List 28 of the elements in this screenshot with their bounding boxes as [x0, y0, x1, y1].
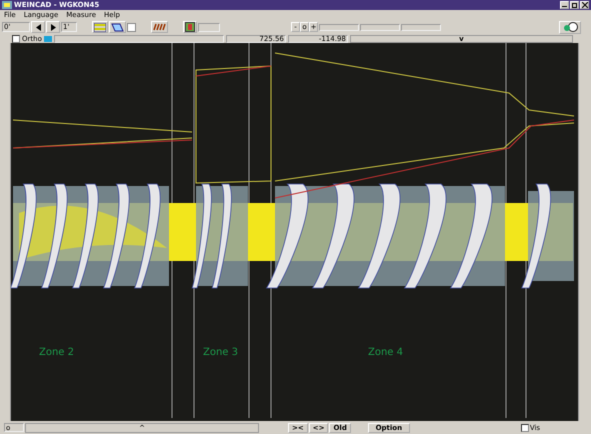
- ortho-checkbox[interactable]: [12, 34, 20, 42]
- screw-tool-button[interactable]: [151, 21, 168, 33]
- frame-icon: [185, 22, 195, 32]
- restore-icon: [572, 2, 578, 8]
- previous-button[interactable]: [31, 21, 45, 33]
- shape-tool-button[interactable]: [109, 21, 126, 33]
- close-icon: [582, 2, 588, 8]
- zone-label: Zone 3: [203, 347, 238, 358]
- parallelogram-icon: [111, 22, 124, 32]
- vis-checkbox[interactable]: [520, 424, 529, 432]
- spiral-icon: [153, 23, 166, 31]
- minimize-button[interactable]: [560, 1, 569, 9]
- eye-icon: [561, 22, 579, 32]
- lines-tool-button[interactable]: [92, 21, 108, 33]
- view-button[interactable]: [559, 20, 581, 34]
- status-field: [198, 22, 220, 32]
- next-button[interactable]: [46, 21, 60, 33]
- zone-label: Zone 4: [368, 347, 403, 358]
- print-tool-button[interactable]: [183, 21, 197, 33]
- lines-icon: [94, 22, 106, 32]
- color-swatch: [44, 36, 52, 42]
- app-icon: [2, 1, 12, 9]
- color-swatch: [127, 22, 136, 32]
- right-arrow-icon: [50, 24, 56, 30]
- zone-label: Zone 2: [39, 347, 74, 358]
- restore-button[interactable]: [570, 1, 579, 9]
- close-button[interactable]: [580, 1, 589, 9]
- left-arrow-icon: [36, 24, 40, 30]
